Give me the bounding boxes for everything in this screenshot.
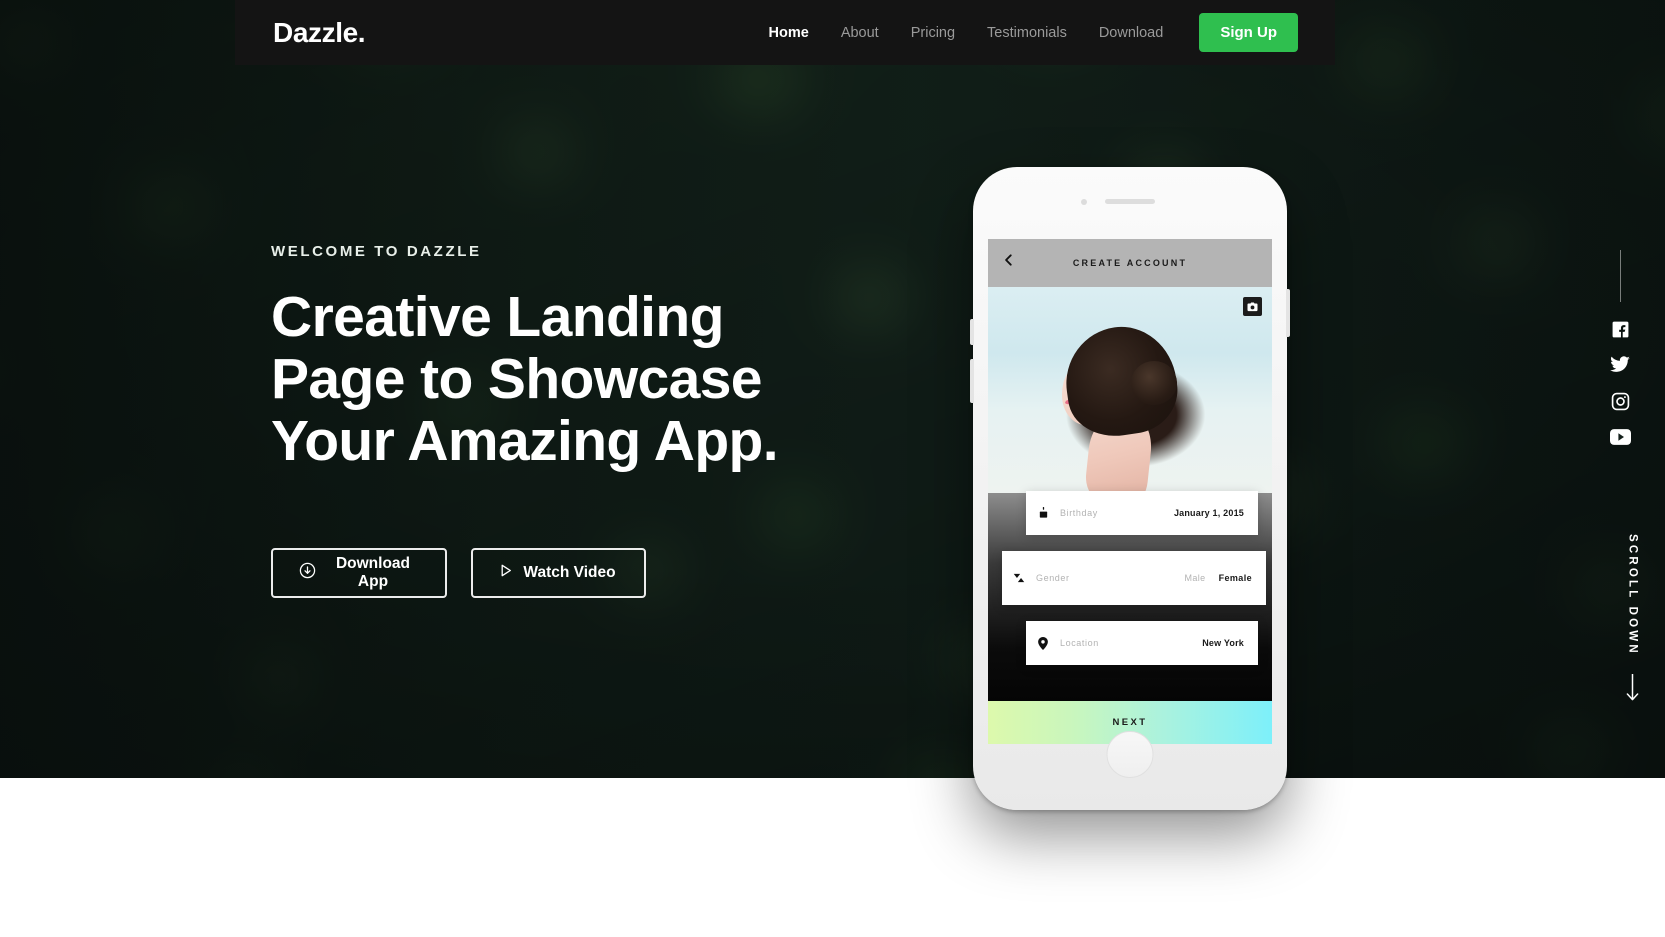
camera-icon[interactable] <box>1243 297 1262 316</box>
phone-home-button[interactable] <box>1106 731 1154 778</box>
download-circle-icon <box>299 562 316 584</box>
field-location-label: Location <box>1060 638 1099 648</box>
download-app-button[interactable]: Download App <box>271 548 447 598</box>
nav-link-testimonials[interactable]: Testimonials <box>971 25 1083 41</box>
nav-link-download[interactable]: Download <box>1083 25 1180 41</box>
field-gender-label: Gender <box>1036 573 1070 583</box>
field-location-value: New York <box>1202 638 1244 648</box>
app-form-area: Birthday January 1, 2015 Gender Male Fem… <box>988 491 1272 744</box>
phone-volume-up-button[interactable] <box>970 319 974 345</box>
scroll-down-label: SCROLL DOWN <box>1626 534 1639 656</box>
nav-links: Home About Pricing Testimonials Download… <box>753 13 1298 52</box>
app-header: CREATE ACCOUNT <box>988 239 1272 287</box>
phone-front-camera <box>1081 199 1087 205</box>
field-gender[interactable]: Gender Male Female <box>1002 551 1266 605</box>
navbar: Dazzle. Home About Pricing Testimonials … <box>235 0 1335 65</box>
scroll-down-indicator[interactable]: SCROLL DOWN <box>1626 534 1639 707</box>
field-gender-options: Male Female <box>1184 573 1266 583</box>
page-bottom-strip <box>0 778 1665 937</box>
pin-icon <box>1026 636 1060 650</box>
phone-volume-down-button[interactable] <box>970 359 974 403</box>
field-birthday[interactable]: Birthday January 1, 2015 <box>1026 491 1258 535</box>
hero-eyebrow: WELCOME TO DAZZLE <box>271 243 482 260</box>
gender-icon <box>1002 571 1036 585</box>
phone-speaker <box>1105 199 1155 204</box>
phone-power-button[interactable] <box>1286 289 1290 337</box>
field-birthday-label: Birthday <box>1060 508 1098 518</box>
cake-icon <box>1026 507 1060 519</box>
download-app-label: Download App <box>335 555 411 590</box>
nav-link-about[interactable]: About <box>825 25 895 41</box>
portrait-hair-bun <box>1131 361 1177 405</box>
brand-logo[interactable]: Dazzle. <box>273 17 366 49</box>
facebook-icon[interactable] <box>1609 318 1631 340</box>
watch-video-button[interactable]: Watch Video <box>471 548 646 598</box>
field-location[interactable]: Location New York <box>1026 621 1258 665</box>
instagram-icon[interactable] <box>1609 390 1631 412</box>
phone-screen: CREATE ACCOUNT Birthday January 1, 2015 … <box>988 239 1272 744</box>
gender-option-female[interactable]: Female <box>1219 573 1252 583</box>
watch-video-label: Watch Video <box>523 564 616 581</box>
nav-link-pricing[interactable]: Pricing <box>895 25 971 41</box>
landing-page: Dazzle. Home About Pricing Testimonials … <box>0 0 1665 937</box>
hero-content: WELCOME TO DAZZLE Creative Landing Page … <box>271 243 1031 598</box>
play-triangle-icon <box>501 564 512 582</box>
hero-headline: Creative Landing Page to Showcase Your A… <box>271 285 779 473</box>
phone-mockup: CREATE ACCOUNT Birthday January 1, 2015 … <box>970 167 1290 810</box>
field-birthday-value: January 1, 2015 <box>1173 508 1244 518</box>
arrow-down-icon <box>1626 673 1639 707</box>
twitter-icon[interactable] <box>1609 354 1631 376</box>
gender-option-male[interactable]: Male <box>1184 573 1205 583</box>
profile-photo <box>988 287 1272 493</box>
social-rail <box>1603 250 1637 462</box>
nav-link-home[interactable]: Home <box>753 25 825 41</box>
sign-up-button[interactable]: Sign Up <box>1199 13 1298 52</box>
youtube-icon[interactable] <box>1609 426 1631 448</box>
rail-divider-line <box>1619 250 1621 302</box>
app-title: CREATE ACCOUNT <box>1072 258 1188 268</box>
hero-buttons: Download App Watch Video <box>271 548 1031 598</box>
